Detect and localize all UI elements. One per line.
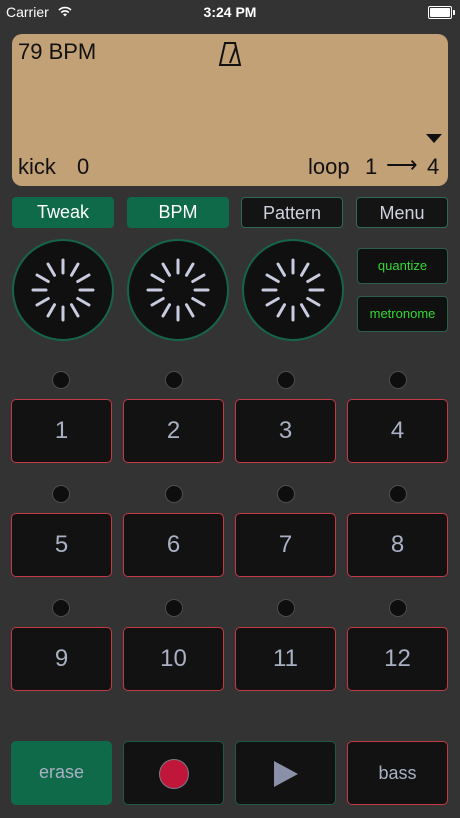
loop-arrow: ⟶ [386, 152, 418, 177]
pad-11[interactable]: 11 [235, 627, 336, 691]
quantize-button[interactable]: quantize [357, 248, 448, 284]
metronome-icon [218, 42, 242, 66]
record-button[interactable] [123, 741, 224, 805]
menu-button[interactable]: Menu [356, 197, 448, 228]
pad-6[interactable]: 6 [123, 513, 224, 577]
bass-button[interactable]: bass [347, 741, 448, 805]
pad-7[interactable]: 7 [235, 513, 336, 577]
pad-led [165, 599, 183, 617]
pad-4[interactable]: 4 [347, 399, 448, 463]
status-bar: Carrier 3:24 PM [0, 0, 460, 24]
pad-8[interactable]: 8 [347, 513, 448, 577]
pad-9[interactable]: 9 [11, 627, 112, 691]
pad-led [165, 371, 183, 389]
pad-10[interactable]: 10 [123, 627, 224, 691]
loop-end: 4 [427, 154, 440, 179]
bpm-readout: 79 BPM [18, 39, 97, 64]
pad-led [389, 371, 407, 389]
pad-led [52, 599, 70, 617]
pad-led [389, 599, 407, 617]
loop-start: 1 [365, 154, 378, 179]
pad-led [389, 485, 407, 503]
play-button[interactable] [235, 741, 336, 805]
pad-5[interactable]: 5 [11, 513, 112, 577]
bpm-button[interactable]: BPM [127, 197, 229, 228]
knob-ticks-icon [146, 258, 210, 322]
pad-led [277, 599, 295, 617]
knob-3[interactable] [242, 239, 344, 341]
pad-1[interactable]: 1 [11, 399, 112, 463]
pad-led [52, 371, 70, 389]
dropdown-triangle-icon[interactable] [426, 134, 442, 144]
instrument-value: 0 [77, 154, 90, 179]
pad-12[interactable]: 12 [347, 627, 448, 691]
instrument-name: kick [18, 154, 56, 179]
pad-led [277, 485, 295, 503]
pad-2[interactable]: 2 [123, 399, 224, 463]
knob-1[interactable] [12, 239, 114, 341]
clock: 3:24 PM [203, 4, 257, 20]
metronome-button[interactable]: metronome [357, 296, 448, 332]
record-icon [159, 759, 189, 789]
pad-led [277, 371, 295, 389]
play-icon [274, 761, 298, 787]
loop-label: loop [308, 154, 350, 179]
knob-ticks-icon [261, 258, 325, 322]
pad-led [165, 485, 183, 503]
display-panel: 79 BPM kick 0 loop 1 ⟶ 4 [12, 34, 448, 186]
erase-button[interactable]: erase [11, 741, 112, 805]
knob-2[interactable] [127, 239, 229, 341]
tweak-button[interactable]: Tweak [12, 197, 114, 228]
pattern-button[interactable]: Pattern [241, 197, 343, 228]
battery-icon [428, 6, 455, 19]
knob-ticks-icon [31, 258, 95, 322]
pad-3[interactable]: 3 [235, 399, 336, 463]
pad-led [52, 485, 70, 503]
